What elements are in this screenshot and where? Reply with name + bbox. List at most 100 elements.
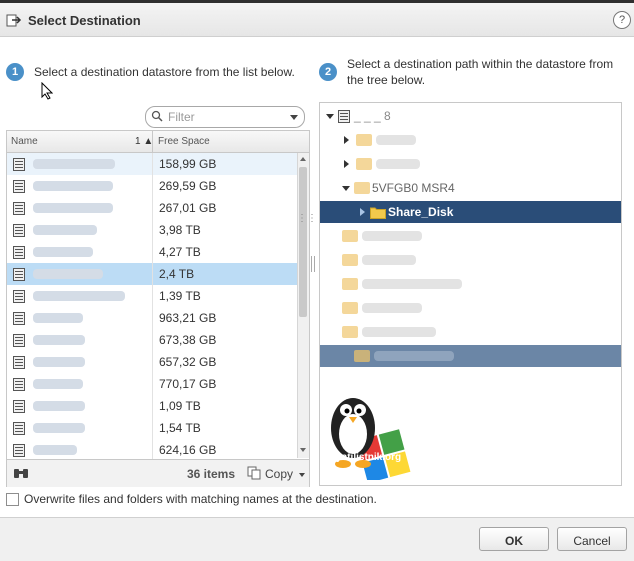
- grid-rows: 158,99 GB 269,59 GB 267,01 GB 3,98 TB 4,27 T…: [7, 153, 297, 461]
- free-space-cell: 657,32 GB: [159, 355, 217, 369]
- free-space-cell: 4,27 TB: [159, 245, 201, 259]
- logo-text: pyatilistnik.org: [330, 452, 402, 463]
- tree-node-label: [362, 279, 462, 289]
- tree-node-label: 5VFGB0 MSR4: [372, 181, 455, 195]
- datastore-name-redacted: [33, 313, 83, 323]
- help-icon[interactable]: ?: [613, 11, 631, 29]
- datastore-name-redacted: [33, 181, 113, 191]
- cell-divider: [152, 373, 153, 395]
- tree-node-label: [376, 159, 420, 169]
- datastore-icon: [13, 312, 25, 328]
- expand-down-icon[interactable]: [326, 114, 334, 119]
- expand-right-icon[interactable]: [344, 160, 349, 168]
- table-row[interactable]: 1,54 TB: [7, 417, 297, 439]
- folder-icon: [356, 158, 372, 170]
- step-2-badge: 2: [319, 63, 337, 81]
- scroll-down-icon[interactable]: [300, 448, 306, 452]
- expand-down-icon[interactable]: [342, 186, 350, 191]
- table-row[interactable]: 963,21 GB: [7, 307, 297, 329]
- expand-right-icon[interactable]: [360, 208, 365, 216]
- folder-icon: [354, 350, 370, 362]
- free-space-cell: 624,16 GB: [159, 443, 217, 457]
- cell-divider: [152, 219, 153, 241]
- tree-root-label: _ _ _ 8: [354, 109, 391, 123]
- filter-placeholder: Filter: [168, 110, 195, 124]
- tree-node-root[interactable]: _ _ _ 8: [320, 105, 621, 127]
- folder-icon: [342, 230, 358, 242]
- datastore-name-redacted: [33, 269, 103, 279]
- table-row[interactable]: 673,38 GB: [7, 329, 297, 351]
- sort-indicator[interactable]: 1 ▲: [135, 136, 153, 147]
- table-row[interactable]: 1,39 TB: [7, 285, 297, 307]
- overwrite-label[interactable]: Overwrite files and folders with matchin…: [24, 492, 377, 506]
- mouse-cursor-icon: [41, 81, 54, 103]
- chevron-down-icon[interactable]: [299, 473, 305, 477]
- table-row[interactable]: 2,4 TB: [7, 263, 297, 285]
- table-row[interactable]: 269,59 GB: [7, 175, 297, 197]
- datastore-name-redacted: [33, 445, 77, 455]
- folder-icon: [342, 302, 358, 314]
- pane-splitter[interactable]: [311, 256, 315, 272]
- tree-node-label: [362, 303, 422, 313]
- datastore-icon: [13, 158, 25, 174]
- tree-node-folder[interactable]: [320, 273, 621, 295]
- tree-node-label: [376, 135, 416, 145]
- datastore-icon: [13, 290, 25, 306]
- table-row[interactable]: 3,98 TB: [7, 219, 297, 241]
- scroll-up-icon[interactable]: [300, 157, 306, 161]
- cell-divider: [152, 439, 153, 461]
- datastore-icon: [13, 378, 25, 394]
- free-space-cell: 1,39 TB: [159, 289, 201, 303]
- tree-node-folder[interactable]: [320, 153, 621, 175]
- table-row[interactable]: 1,09 TB: [7, 395, 297, 417]
- tree-node-label: Share_Disk: [388, 205, 454, 219]
- grid-footer: 36 items Copy: [7, 459, 309, 487]
- expand-right-icon[interactable]: [344, 136, 349, 144]
- column-header-name[interactable]: Name: [11, 136, 38, 147]
- step-1-badge: 1: [6, 63, 24, 81]
- ok-button[interactable]: OK: [479, 527, 549, 551]
- tree-node-folder[interactable]: [320, 297, 621, 319]
- table-row[interactable]: 158,99 GB: [7, 153, 297, 175]
- folder-icon: [342, 326, 358, 338]
- overwrite-checkbox[interactable]: [6, 493, 19, 506]
- tree-node-folder[interactable]: [320, 129, 621, 151]
- table-row[interactable]: 4,27 TB: [7, 241, 297, 263]
- cell-divider: [152, 351, 153, 373]
- tree-node-folder-highlighted[interactable]: [320, 345, 621, 367]
- free-space-cell: 3,98 TB: [159, 223, 201, 237]
- tree-node-folder[interactable]: [320, 225, 621, 247]
- resize-grip-icon[interactable]: ⋮⋮: [297, 213, 317, 224]
- tree-node-expanded-folder[interactable]: 5VFGB0 MSR4: [320, 177, 621, 199]
- cell-divider: [152, 197, 153, 219]
- free-space-cell: 963,21 GB: [159, 311, 217, 325]
- scroll-thumb[interactable]: [299, 167, 307, 317]
- datastore-icon: [13, 334, 25, 350]
- cell-divider: [152, 241, 153, 263]
- filter-input[interactable]: Filter: [145, 106, 305, 128]
- tree-node-share-disk[interactable]: Share_Disk: [320, 201, 621, 223]
- table-row[interactable]: 267,01 GB: [7, 197, 297, 219]
- cancel-button[interactable]: Cancel: [557, 527, 627, 551]
- step-2-text-line2: the tree below.: [347, 73, 426, 87]
- datastore-name-redacted: [33, 335, 85, 345]
- tree-node-label: [362, 255, 416, 265]
- copy-button[interactable]: Copy: [247, 463, 305, 483]
- chevron-down-icon[interactable]: [290, 115, 298, 120]
- move-to-icon: [6, 12, 22, 31]
- tree-node-folder[interactable]: [320, 321, 621, 343]
- datastore-icon: [338, 110, 350, 126]
- tree-node-folder[interactable]: [320, 249, 621, 271]
- vertical-scrollbar[interactable]: [297, 153, 309, 458]
- table-row[interactable]: 624,16 GB: [7, 439, 297, 461]
- datastore-icon: [13, 422, 25, 438]
- free-space-cell: 2,4 TB: [159, 267, 195, 281]
- datastore-icon: [13, 246, 25, 262]
- table-row[interactable]: 770,17 GB: [7, 373, 297, 395]
- column-divider[interactable]: [152, 131, 153, 152]
- tree-node-label: [362, 327, 436, 337]
- step-1-text: Select a destination datastore from the …: [34, 65, 295, 79]
- table-row[interactable]: 657,32 GB: [7, 351, 297, 373]
- column-header-free-space[interactable]: Free Space: [158, 136, 210, 147]
- binoculars-icon[interactable]: [13, 466, 29, 483]
